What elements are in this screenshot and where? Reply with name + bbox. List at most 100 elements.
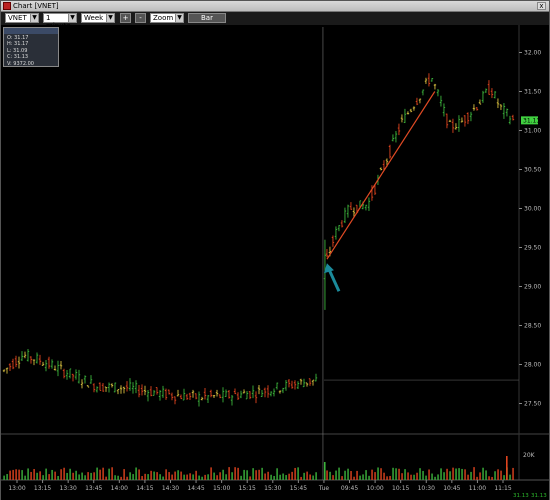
volume-bar: [192, 474, 194, 480]
price-chart[interactable]: 13:00 13:15 13:30 13:45 14:00 14:15 14:30 14:45…: [1, 25, 549, 500]
volume-bar: [270, 474, 272, 480]
volume-bar: [359, 475, 361, 480]
volume-bar: [144, 473, 146, 480]
volume-bar: [219, 472, 221, 480]
volume-bar: [156, 472, 158, 480]
volume-bar: [189, 473, 191, 480]
zoom-in-button[interactable]: +: [120, 13, 131, 23]
zoom-select[interactable]: Zoom ▼: [150, 13, 184, 23]
volume-bar: [326, 470, 328, 480]
volume-bar: [66, 472, 68, 480]
volume-bar: [18, 469, 20, 480]
volume-tick-label: 20K: [523, 452, 536, 459]
time-tick-label: 14:00: [111, 485, 128, 492]
volume-bar: [404, 469, 406, 480]
volume-bar: [57, 476, 59, 480]
volume-bar: [12, 469, 14, 480]
volume-bar: [117, 475, 119, 480]
volume-bar: [464, 469, 466, 480]
chevron-down-icon[interactable]: ▼: [175, 14, 183, 22]
symbol-select[interactable]: VNET ▼: [5, 13, 39, 23]
volume-bar: [141, 476, 143, 480]
volume-bar: [234, 467, 236, 480]
volume-bar: [129, 472, 131, 480]
volume-bar: [180, 471, 182, 480]
volume-bar: [431, 473, 433, 480]
volume-bar: [9, 470, 11, 480]
volume-bar: [407, 472, 409, 480]
zoom-out-button[interactable]: -: [135, 13, 146, 23]
volume-bar: [506, 456, 508, 480]
ohlc-volume: V: 9372.00: [7, 60, 34, 67]
volume-bar: [344, 470, 346, 480]
volume-bar: [96, 467, 98, 480]
volume-bar: [123, 469, 125, 480]
volume-bar: [135, 467, 137, 480]
volume-bar: [228, 467, 230, 480]
volume-bar: [329, 471, 331, 480]
ohlc-info-box: O: 31.17 H: 31.17 L: 31.09 C: 31.13 V: 9…: [3, 27, 59, 67]
volume-bar: [473, 467, 475, 480]
volume-bar: [413, 474, 415, 480]
volume-bar: [84, 475, 86, 480]
volume-bar: [105, 476, 107, 480]
volume-bar: [485, 470, 487, 480]
volume-bar: [449, 471, 451, 480]
volume-bar: [261, 467, 263, 480]
chevron-down-icon[interactable]: ▼: [68, 14, 76, 22]
volume-bar: [347, 468, 349, 480]
title-bar[interactable]: Chart [VNET] x: [1, 1, 549, 12]
volume-bar: [446, 468, 448, 480]
volume-bar: [368, 475, 370, 480]
volume-bar: [63, 467, 65, 480]
volume-bar: [186, 474, 188, 480]
price-tick-label: 28.50: [524, 323, 541, 330]
volume-bar: [111, 467, 113, 480]
volume-bar: [177, 470, 179, 480]
volume-bar: [3, 475, 5, 480]
volume-bar: [512, 467, 514, 480]
close-button[interactable]: x: [537, 2, 546, 10]
time-tick-label: 13:45: [85, 485, 102, 492]
volume-bar: [303, 472, 305, 480]
volume-bar: [207, 474, 209, 480]
range-select[interactable]: Week ▼: [81, 13, 115, 23]
time-tick-label: 13:30: [60, 485, 77, 492]
volume-bar: [323, 462, 326, 480]
time-tick-label: 10:15: [392, 485, 409, 492]
volume-bar: [15, 469, 17, 480]
toolbar: VNET ▼ 1 minute ▼ Week ▼ + - Zoom ▼ Bar: [1, 12, 549, 30]
chart-window: Chart [VNET] x VNET ▼ 1 minute ▼ Week ▼ …: [0, 0, 550, 500]
volume-bar: [312, 475, 314, 480]
volume-bar: [309, 474, 311, 480]
volume-bar: [39, 471, 41, 480]
volume-bar: [126, 476, 128, 480]
volume-bar: [401, 473, 403, 480]
time-tick-label: 10:45: [443, 485, 460, 492]
app-icon: [3, 2, 11, 10]
interval-select[interactable]: 1 minute ▼: [43, 13, 77, 30]
volume-bar: [455, 468, 457, 480]
volume-bar: [267, 471, 269, 480]
volume-bar: [282, 473, 284, 480]
volume-bar: [383, 472, 385, 480]
volume-bar: [419, 468, 421, 480]
volume-bar: [398, 468, 400, 480]
volume-bar: [69, 468, 71, 480]
volume-bar: [183, 474, 185, 480]
volume-bar: [467, 474, 469, 480]
volume-bar: [300, 476, 302, 480]
volume-bar: [102, 467, 104, 480]
chart-style-button[interactable]: Bar: [188, 13, 226, 23]
volume-bar: [341, 476, 343, 480]
chart-area[interactable]: 13:00 13:15 13:30 13:45 14:00 14:15 14:30 14:45…: [1, 25, 549, 500]
volume-bar: [356, 470, 358, 480]
footer-price-label: 31.13: [531, 493, 547, 499]
volume-bar: [21, 470, 23, 480]
time-tick-label: Tue: [318, 485, 330, 492]
time-tick-label: 14:15: [136, 485, 153, 492]
chevron-down-icon[interactable]: ▼: [106, 14, 114, 22]
volume-bar: [87, 472, 89, 480]
chevron-down-icon[interactable]: ▼: [30, 14, 38, 22]
volume-bar: [249, 476, 251, 480]
